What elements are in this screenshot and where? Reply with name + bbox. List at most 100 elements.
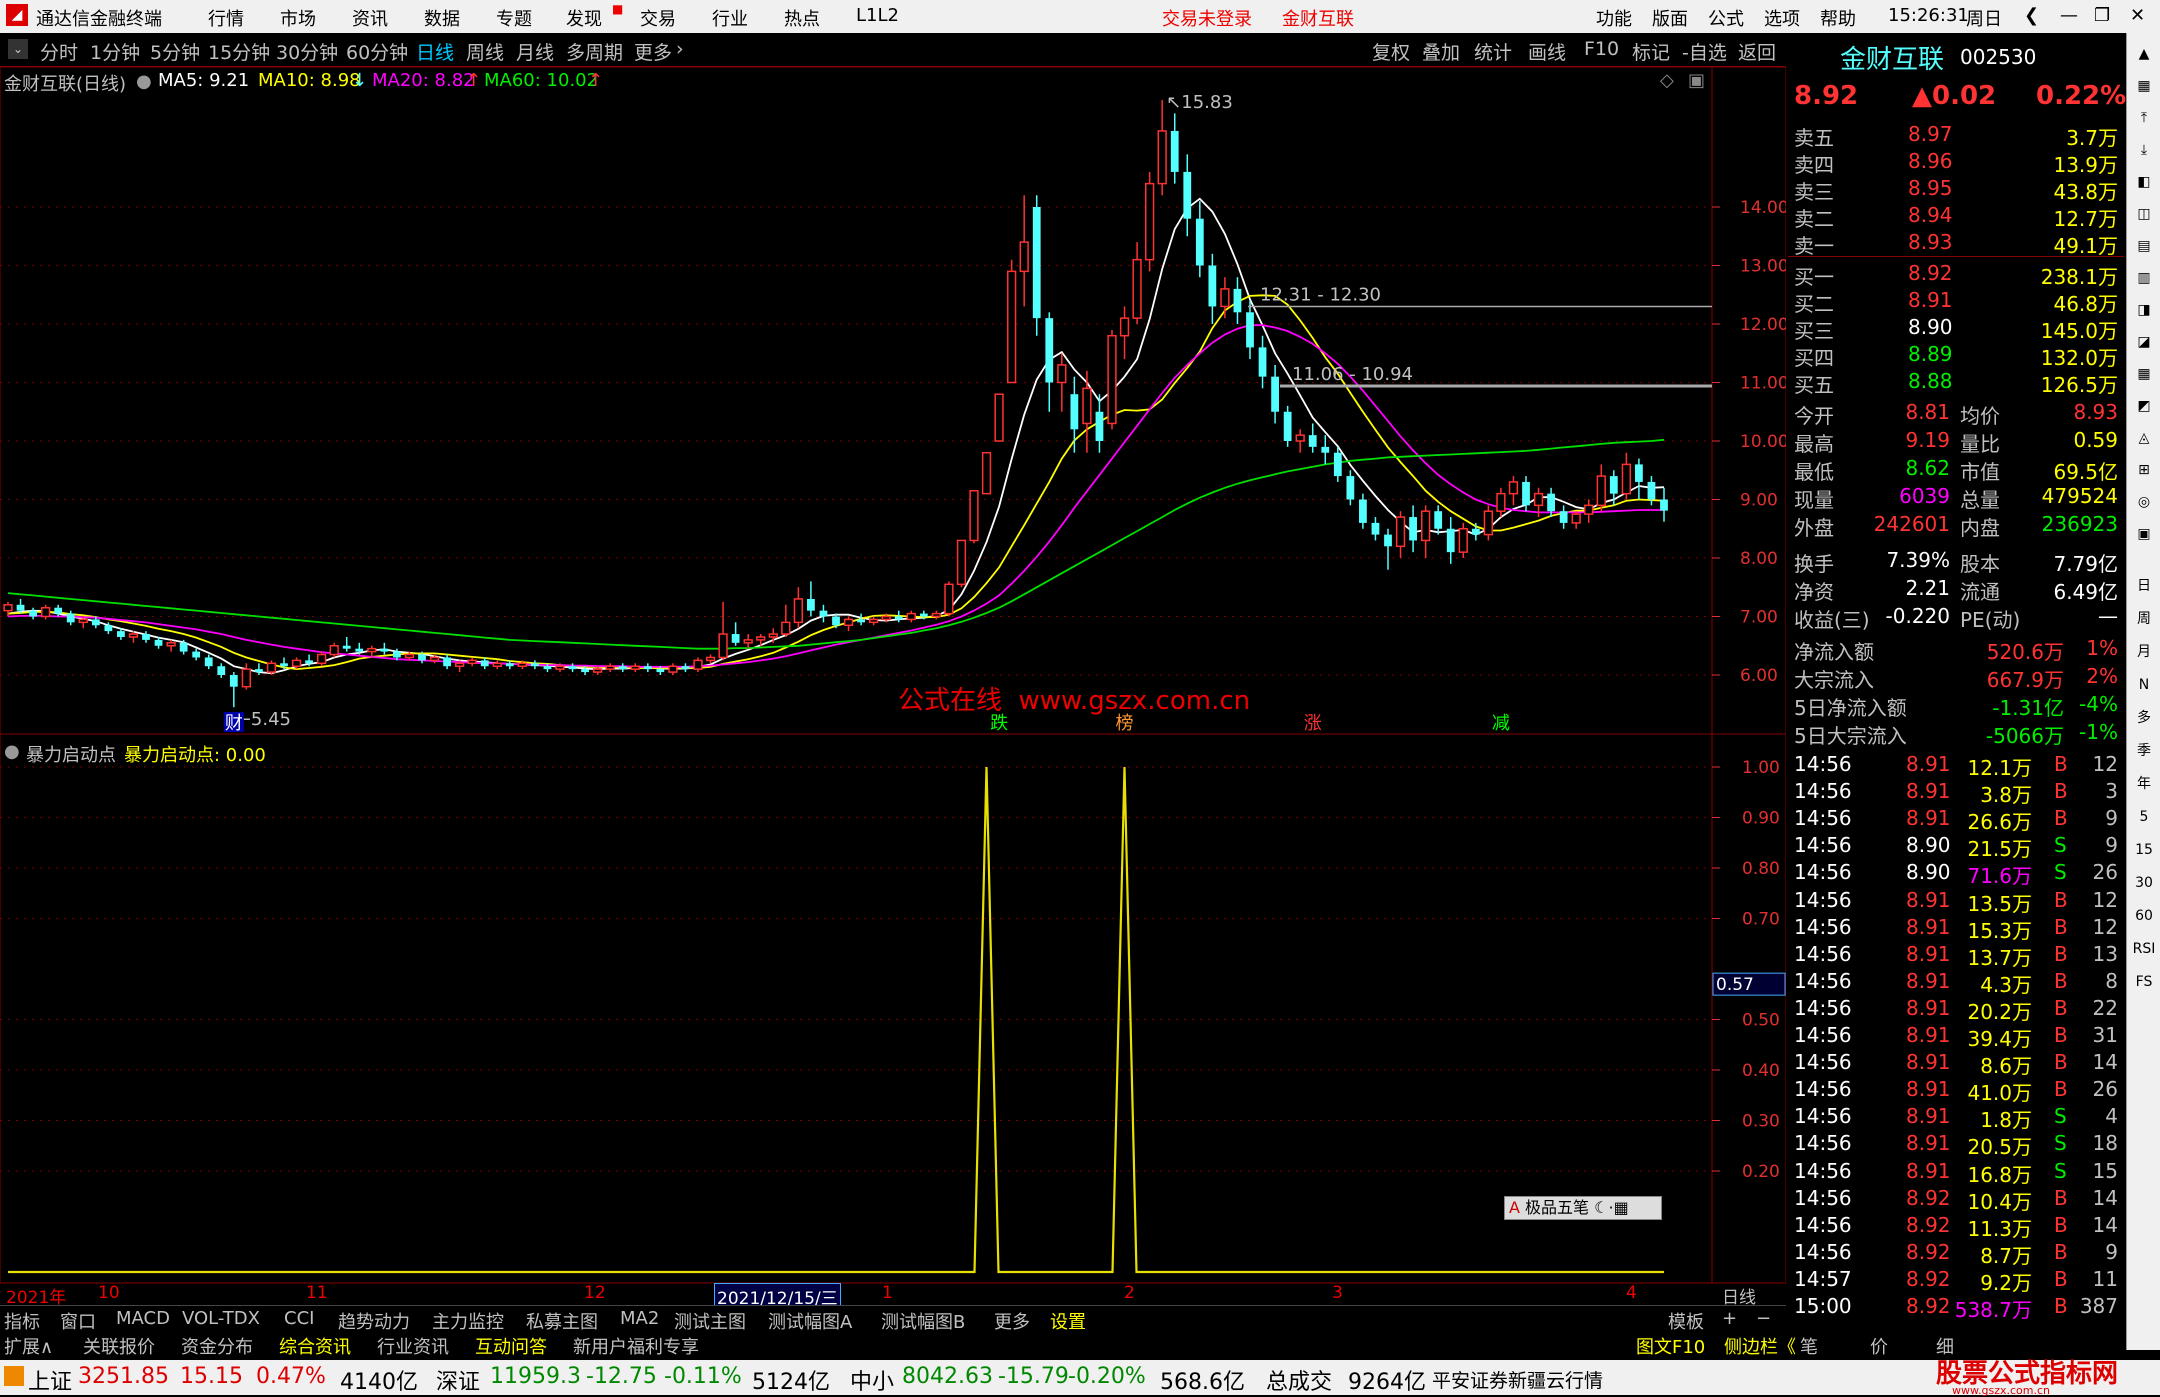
menu-item[interactable]: 行业 — [712, 5, 748, 31]
side-tool-icon[interactable]: ⤓ — [2131, 137, 2157, 163]
menu-item[interactable]: 热点 — [784, 5, 820, 31]
period-tab[interactable]: 周线 — [466, 38, 504, 65]
side-period-button[interactable]: 30 — [2131, 870, 2157, 896]
panel-tab[interactable]: 图文F10 — [1636, 1333, 1705, 1359]
menu-item[interactable]: L1L2 — [856, 5, 899, 26]
menu-item-right[interactable]: 公式 — [1708, 5, 1744, 31]
extension-tab[interactable]: 行业资讯 — [377, 1333, 449, 1359]
panel-tab[interactable]: 细 — [1936, 1333, 1954, 1359]
period-tab[interactable]: 15分钟 — [208, 38, 270, 65]
panel-tab[interactable]: 笔 — [1800, 1333, 1818, 1359]
side-tool-icon[interactable]: ▦ — [2131, 73, 2157, 99]
indicator-tab[interactable]: VOL-TDX — [182, 1308, 260, 1329]
side-tool-icon[interactable]: ◪ — [2131, 329, 2157, 355]
menu-item-right[interactable]: 帮助 — [1820, 5, 1856, 31]
menu-item[interactable]: 行情 — [208, 5, 244, 31]
side-period-button[interactable]: 15 — [2131, 837, 2157, 863]
tool-button[interactable]: 画线 — [1528, 38, 1566, 65]
menu-item-right[interactable]: 版面 — [1652, 5, 1688, 31]
tool-button[interactable]: 统计 — [1474, 38, 1512, 65]
diamond-icon[interactable]: ◇ — [1660, 70, 1674, 91]
collapse-icon[interactable]: ⌄ — [8, 39, 28, 59]
side-period-button[interactable]: FS — [2131, 969, 2157, 995]
side-tool-icon[interactable]: ◎ — [2131, 489, 2157, 515]
side-tool-icon[interactable]: ▥ — [2131, 265, 2157, 291]
panel-tab[interactable]: 价 — [1870, 1333, 1888, 1359]
tick-row: 15:00 8.92 538.7万 B 387 — [1792, 1293, 2122, 1322]
tool-button[interactable]: 标记 — [1632, 38, 1670, 65]
side-period-button[interactable]: RSI — [2131, 936, 2157, 962]
side-tool-icon[interactable]: ⤒ — [2131, 105, 2157, 131]
menu-item[interactable]: 资讯 — [352, 5, 388, 31]
side-tool-icon[interactable]: ▤ — [2131, 233, 2157, 259]
side-period-button[interactable]: 年 — [2131, 771, 2157, 797]
side-period-button[interactable]: 5 — [2131, 804, 2157, 830]
extension-tab[interactable]: 关联报价 — [83, 1333, 155, 1359]
side-period-button[interactable]: 日 — [2131, 573, 2157, 599]
period-tab[interactable]: 分时 — [40, 38, 78, 65]
period-tab[interactable]: 30分钟 — [276, 38, 338, 65]
period-tab[interactable]: 月线 — [516, 38, 554, 65]
side-tool-icon[interactable]: ⊞ — [2131, 457, 2157, 483]
tool-button[interactable]: -自选 — [1682, 38, 1727, 65]
side-tool-icon[interactable]: ◨ — [2131, 297, 2157, 323]
side-tool-icon[interactable]: ◬ — [2131, 425, 2157, 451]
restore-icon[interactable]: ❐ — [2094, 5, 2110, 26]
period-tab-active[interactable]: 日线 — [416, 38, 454, 65]
period-tab[interactable]: 1分钟 — [90, 38, 140, 65]
period-tab[interactable]: 多周期 — [566, 38, 623, 65]
tool-button[interactable]: F10 — [1584, 38, 1619, 60]
indicator-tab[interactable]: CCI — [284, 1308, 314, 1329]
tool-button[interactable]: 返回 — [1738, 38, 1776, 65]
side-period-button[interactable]: 周 — [2131, 606, 2157, 632]
tab-tool[interactable]: − — [1756, 1308, 1771, 1329]
back-icon[interactable]: ❮ — [2024, 5, 2039, 26]
side-tool-icon[interactable]: ▦ — [2131, 361, 2157, 387]
extension-tab[interactable]: 新用户福利专享 — [573, 1333, 699, 1359]
menu-item[interactable]: 市场 — [280, 5, 316, 31]
side-tool-icon[interactable]: ◧ — [2131, 169, 2157, 195]
sz-name[interactable]: 深证 — [436, 1364, 480, 1396]
period-tab[interactable]: 更多 — [634, 38, 672, 65]
tool-button[interactable]: 复权 — [1372, 38, 1410, 65]
side-tool-icon[interactable]: ◩ — [2131, 393, 2157, 419]
layout-icon[interactable]: ▣ — [1688, 70, 1705, 91]
stock-name[interactable]: 金财互联 — [1840, 39, 1944, 76]
menu-item-right[interactable]: 功能 — [1596, 5, 1632, 31]
kline-chart[interactable]: 14.00 13.00 12.00 11.00 10.00 9.00 8.00 7.00 6.0… — [0, 67, 1786, 1285]
minimize-icon[interactable]: — — [2060, 5, 2078, 26]
menu-item[interactable]: 数据 — [424, 5, 460, 31]
close-icon[interactable]: ✕ — [2130, 5, 2145, 26]
indicator-tab[interactable]: MACD — [116, 1308, 170, 1329]
settings-dot-icon[interactable]: ● — [4, 741, 20, 762]
extension-tab[interactable]: 互动问答 — [475, 1333, 547, 1359]
ime-badge[interactable]: A 极品五笔 ☾·▦ — [1504, 1196, 1662, 1220]
menu-item[interactable]: 交易 — [640, 5, 676, 31]
zx-name[interactable]: 中小 — [850, 1364, 894, 1396]
settings-dot-icon[interactable]: ● — [136, 71, 152, 92]
side-period-button[interactable]: 60 — [2131, 903, 2157, 929]
side-period-button[interactable]: 月 — [2131, 639, 2157, 665]
more-chevron-icon[interactable]: › — [676, 38, 684, 60]
sh-name[interactable]: 上证 — [28, 1364, 72, 1396]
extension-tab[interactable]: 资金分布 — [181, 1333, 253, 1359]
period-tab[interactable]: 60分钟 — [346, 38, 408, 65]
side-tool-icon[interactable]: ◫ — [2131, 201, 2157, 227]
login-status[interactable]: 交易未登录 — [1162, 5, 1252, 31]
tool-button[interactable]: 叠加 — [1422, 38, 1460, 65]
tab-tool[interactable]: + — [1722, 1308, 1737, 1329]
side-tool-icon[interactable]: ▲ — [2131, 41, 2157, 67]
indicator-tab[interactable]: MA2 — [620, 1308, 659, 1329]
extension-tab[interactable]: 综合资讯 — [279, 1333, 351, 1359]
side-period-button[interactable]: 多 — [2131, 705, 2157, 731]
menu-item-right[interactable]: 选项 — [1764, 5, 1800, 31]
side-period-button[interactable]: N — [2131, 672, 2157, 698]
period-tab[interactable]: 5分钟 — [150, 38, 200, 65]
menu-item[interactable]: 专题 — [496, 5, 532, 31]
side-period-button[interactable]: 季 — [2131, 738, 2157, 764]
panel-tab[interactable]: 侧边栏《 — [1724, 1333, 1796, 1359]
menu-item[interactable]: 发现 — [566, 5, 602, 31]
stock-link[interactable]: 金财互联 — [1282, 5, 1354, 31]
extension-tab[interactable]: 扩展∧ — [4, 1333, 53, 1359]
side-tool-icon[interactable]: ▣ — [2131, 521, 2157, 547]
